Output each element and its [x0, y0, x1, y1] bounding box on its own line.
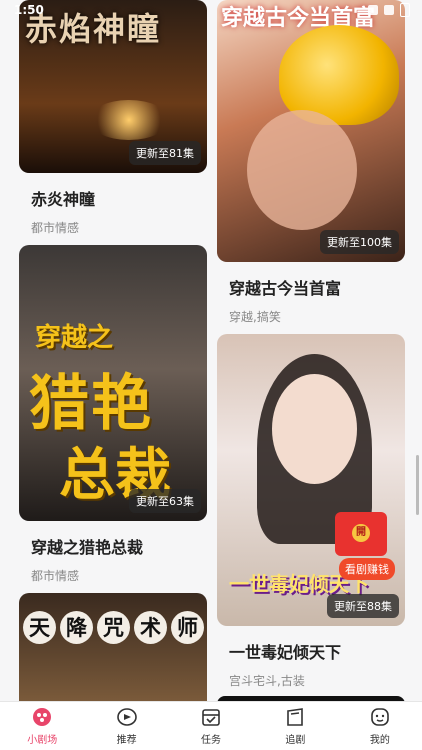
scrollbar[interactable] — [416, 455, 419, 515]
tab-recommend[interactable]: 推荐 — [84, 702, 168, 750]
drama-title[interactable]: 穿越古今当首富 — [229, 275, 405, 299]
poster-char: 咒 — [97, 611, 130, 644]
drama-tags: 都市情感 — [31, 221, 80, 235]
episode-badge: 更新至81集 — [129, 141, 201, 165]
task-icon — [200, 706, 222, 728]
bottom-tab-bar: 小剧场 推荐 任务 追剧 我的 — [0, 701, 422, 750]
follow-icon — [284, 706, 306, 728]
drama-title[interactable]: 穿越之猎艳总裁 — [31, 534, 207, 558]
status-icons — [368, 3, 410, 17]
status-bar: 1:50 — [0, 0, 422, 22]
poster-title-art-small: 穿越之 — [35, 323, 114, 353]
tab-follow[interactable]: 追剧 — [253, 702, 337, 750]
episode-badge: 更新至100集 — [320, 230, 399, 254]
poster-figure — [247, 110, 357, 230]
status-time: 1:50 — [14, 3, 44, 17]
drama-poster[interactable]: 赤焰神瞳 更新至81集 — [19, 0, 207, 173]
recommend-icon — [116, 706, 138, 728]
drama-card-4[interactable]: 一世毒妃倾天下 開 看剧赚钱 更新至88集 一世毒妃倾天下 宫斗宅斗,古装 — [217, 334, 405, 689]
poster-char: 术 — [134, 611, 167, 644]
drama-title[interactable]: 赤炎神瞳 — [31, 186, 207, 210]
drama-poster[interactable]: 穿越古今当首富 更新至100集 — [217, 0, 405, 262]
drama-poster[interactable]: 天 降 咒 术 师 — [19, 593, 207, 701]
drama-poster[interactable]: 穿越之 猎艳 总裁 更新至63集 — [19, 245, 207, 521]
tab-label: 小剧场 — [27, 735, 58, 746]
drama-poster[interactable]: 一世毒妃倾天下 開 看剧赚钱 更新至88集 — [217, 334, 405, 626]
tab-theater[interactable]: 小剧场 — [0, 702, 84, 750]
poster-char: 降 — [60, 611, 93, 644]
drama-tags: 都市情感 — [31, 569, 80, 583]
profile-icon — [369, 706, 391, 728]
tab-label: 推荐 — [116, 735, 137, 746]
theater-icon — [31, 706, 53, 728]
poster-title-art: 天 降 咒 术 师 — [23, 611, 204, 644]
poster-char: 天 — [23, 611, 56, 644]
wifi-icon — [368, 5, 378, 15]
drama-card-3[interactable]: 穿越之 猎艳 总裁 更新至63集 穿越之猎艳总裁 都市情感 — [19, 245, 207, 584]
battery-icon — [400, 3, 410, 17]
tab-profile[interactable]: 我的 — [338, 702, 422, 750]
signal-icon — [384, 5, 394, 15]
watch-earn-button[interactable]: 看剧赚钱 — [339, 558, 395, 580]
episode-badge: 更新至63集 — [129, 489, 201, 513]
red-packet-icon[interactable]: 開 — [335, 512, 387, 556]
drama-tags: 宫斗宅斗,古装 — [229, 674, 305, 688]
drama-card-2[interactable]: 穿越古今当首富 更新至100集 穿越古今当首富 穿越,搞笑 — [217, 0, 405, 325]
drama-title[interactable]: 一世毒妃倾天下 — [229, 639, 405, 663]
tab-label: 我的 — [369, 735, 390, 746]
poster-char: 师 — [171, 611, 204, 644]
tab-task[interactable]: 任务 — [169, 702, 253, 750]
drama-card-5[interactable]: 天 降 咒 术 师 — [19, 593, 207, 701]
red-packet-coin: 開 — [352, 524, 370, 542]
drama-card-1[interactable]: 赤焰神瞳 更新至81集 赤炎神瞳 都市情感 — [19, 0, 207, 236]
poster-glow — [89, 100, 169, 140]
episode-badge: 更新至88集 — [327, 594, 399, 618]
tab-label: 任务 — [201, 735, 222, 746]
poster-figure — [272, 374, 357, 484]
drama-tags: 穿越,搞笑 — [229, 310, 281, 324]
poster-title-art-big: 猎艳 — [29, 369, 153, 439]
tab-label: 追剧 — [285, 735, 306, 746]
